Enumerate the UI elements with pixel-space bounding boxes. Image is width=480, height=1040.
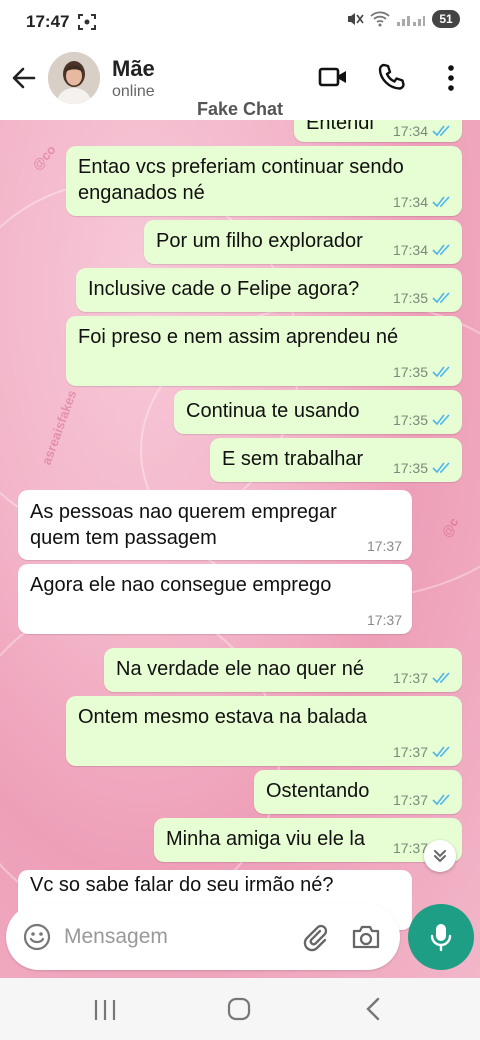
message-bubble-outgoing[interactable]: Inclusive cade o Felipe agora? 17:35 bbox=[76, 268, 462, 312]
message-meta: 17:35 bbox=[393, 412, 452, 428]
paperclip-icon[interactable] bbox=[300, 922, 330, 952]
mute-icon bbox=[348, 13, 364, 25]
message-time: 17:37 bbox=[392, 840, 428, 856]
message-meta: 17:37 bbox=[393, 792, 452, 808]
double-check-icon bbox=[432, 462, 450, 474]
message-meta: 17:35 bbox=[393, 364, 452, 380]
message-text: Continua te usando bbox=[186, 400, 360, 422]
message-text-line2: quem tem passagem bbox=[30, 527, 217, 549]
message-text: Minha amiga viu ele la bbox=[166, 828, 365, 850]
home-icon[interactable] bbox=[226, 996, 252, 1022]
message-bubble-outgoing[interactable]: Ostentando 17:37 bbox=[254, 770, 462, 814]
avatar[interactable] bbox=[48, 52, 100, 104]
video-camera-icon[interactable] bbox=[318, 64, 348, 90]
message-text: Foi preso e nem assim aprendeu né bbox=[78, 326, 399, 348]
message-time: 17:37 bbox=[392, 670, 428, 686]
message-time: 17:37 bbox=[392, 744, 428, 760]
message-bubble-outgoing[interactable]: Entao vcs preferiam continuar sendo enga… bbox=[66, 146, 462, 216]
message-bubble-outgoing[interactable]: Foi preso e nem assim aprendeu né 17:35 bbox=[66, 316, 462, 386]
message-text: Por um filho explorador bbox=[156, 230, 363, 252]
double-chevron-down-icon bbox=[434, 850, 446, 863]
double-check-icon bbox=[432, 125, 450, 137]
message-bubble-outgoing[interactable]: Por um filho explorador 17:34 bbox=[144, 220, 462, 264]
message-time: 17:35 bbox=[392, 290, 428, 306]
more-vertical-icon[interactable] bbox=[440, 62, 462, 94]
message-bubble-outgoing[interactable]: E sem trabalhar 17:35 bbox=[210, 438, 462, 482]
message-text: Vc so sabe falar do seu irmão né? bbox=[30, 874, 334, 896]
scroll-to-bottom-button[interactable] bbox=[424, 840, 456, 872]
message-time: 17:37 bbox=[392, 792, 428, 808]
double-check-icon bbox=[432, 672, 450, 684]
message-bubble-outgoing[interactable]: Na verdade ele nao quer né 17:37 bbox=[104, 648, 462, 692]
message-text-line2: enganados né bbox=[78, 182, 205, 204]
double-check-icon bbox=[432, 366, 450, 378]
message-meta: 17:34 bbox=[393, 194, 452, 210]
message-meta: 17:37 bbox=[367, 538, 402, 554]
double-check-icon bbox=[432, 196, 450, 208]
message-text: E sem trabalhar bbox=[222, 448, 364, 470]
status-icons: 51 bbox=[346, 10, 460, 28]
message-time: 17:35 bbox=[392, 364, 428, 380]
system-nav-bar bbox=[0, 978, 480, 1040]
contact-photo bbox=[48, 52, 100, 104]
double-check-icon bbox=[432, 794, 450, 806]
microphone-button[interactable] bbox=[408, 904, 474, 970]
message-bubble-outgoing[interactable]: Entendi 17:34 bbox=[294, 120, 462, 142]
message-input[interactable] bbox=[64, 923, 284, 951]
message-time: 17:35 bbox=[392, 412, 428, 428]
screenshot-icon bbox=[78, 14, 96, 30]
message-meta: 17:34 bbox=[393, 242, 452, 258]
status-time: 17:47 bbox=[26, 12, 70, 31]
microphone-icon bbox=[430, 924, 452, 952]
message-text: Entao vcs preferiam continuar sendo bbox=[78, 156, 404, 178]
message-time: 17:34 bbox=[392, 194, 428, 210]
message-text: As pessoas nao querem empregar bbox=[30, 501, 337, 523]
message-text: Agora ele nao consegue emprego bbox=[30, 574, 332, 596]
double-check-icon bbox=[432, 746, 450, 758]
message-time: 17:37 bbox=[366, 612, 402, 628]
double-check-icon bbox=[432, 292, 450, 304]
message-meta: 17:37 bbox=[393, 744, 452, 760]
message-meta: 17:37 bbox=[367, 612, 402, 628]
message-meta: 17:34 bbox=[393, 123, 452, 139]
message-meta: 17:35 bbox=[393, 290, 452, 306]
double-check-icon bbox=[432, 414, 450, 426]
message-meta: 17:37 bbox=[393, 670, 452, 686]
contact-name[interactable]: Mãe bbox=[112, 56, 155, 82]
message-bubble-outgoing[interactable]: Continua te usando 17:35 bbox=[174, 390, 462, 434]
message-time: 17:37 bbox=[366, 538, 402, 554]
double-check-icon bbox=[432, 244, 450, 256]
message-text: Ontem mesmo estava na balada bbox=[78, 706, 368, 728]
chat-area[interactable]: @co asreaisfakes @c Entendi 17:34 Entao … bbox=[0, 120, 480, 978]
camera-icon[interactable] bbox=[350, 922, 382, 952]
message-text: Na verdade ele nao quer né bbox=[116, 658, 364, 680]
message-bubble-outgoing[interactable]: Minha amiga viu ele la 17:37 bbox=[154, 818, 462, 862]
message-time: 17:34 bbox=[392, 123, 428, 139]
back-icon[interactable] bbox=[362, 996, 384, 1022]
message-time: 17:35 bbox=[392, 460, 428, 476]
emoji-icon[interactable] bbox=[22, 922, 52, 952]
phone-icon[interactable] bbox=[376, 62, 406, 92]
message-meta: 17:35 bbox=[393, 460, 452, 476]
wifi-icon bbox=[370, 11, 390, 27]
message-text: Entendi bbox=[306, 120, 374, 134]
arrow-left-icon[interactable] bbox=[10, 64, 38, 92]
message-time: 17:34 bbox=[392, 242, 428, 258]
message-composer bbox=[6, 904, 400, 970]
battery-indicator: 51 bbox=[432, 10, 460, 28]
recent-apps-icon[interactable] bbox=[92, 998, 118, 1022]
message-bubble-incoming[interactable]: As pessoas nao querem empregar quem tem … bbox=[18, 490, 412, 560]
status-bar: 17:47 51 bbox=[0, 0, 480, 44]
message-bubble-incoming[interactable]: Agora ele nao consegue emprego 17:37 bbox=[18, 564, 412, 634]
message-text: Ostentando bbox=[266, 780, 370, 802]
background-watermark: @co bbox=[29, 142, 59, 173]
signal-icon bbox=[397, 16, 425, 26]
message-bubble-outgoing[interactable]: Ontem mesmo estava na balada 17:37 bbox=[66, 696, 462, 766]
message-text: Inclusive cade o Felipe agora? bbox=[88, 278, 360, 300]
watermark-label: Fake Chat bbox=[196, 99, 284, 119]
